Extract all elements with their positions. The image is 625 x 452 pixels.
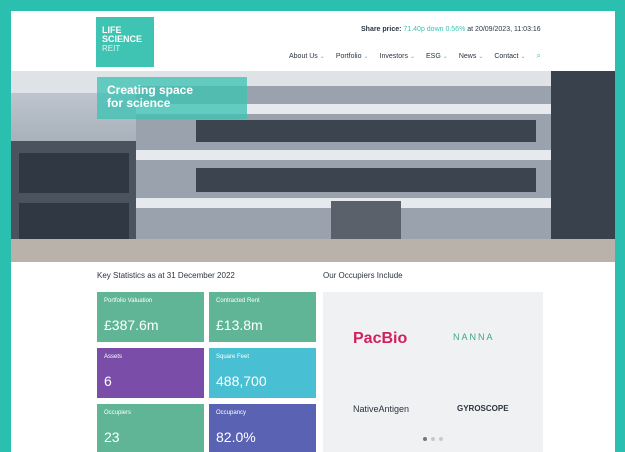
stat-label: Occupiers xyxy=(104,410,132,416)
occupiers-title: Our Occupiers Include xyxy=(323,271,403,280)
stat-square-feet: Square Feet 488,700 xyxy=(209,348,316,398)
stat-value: 82.0% xyxy=(216,429,256,445)
share-price-time: at 20/09/2023, 11:03:16 xyxy=(467,26,541,33)
nav-label: News xyxy=(458,52,477,60)
hero-window xyxy=(196,120,536,142)
nav-label: ESG xyxy=(425,52,441,60)
chevron-down-icon: ⌄ xyxy=(363,53,369,60)
hero-band xyxy=(136,150,556,160)
carousel-dot-active[interactable] xyxy=(423,437,427,441)
logo-line-3: REIT xyxy=(102,44,121,53)
stat-value: 23 xyxy=(104,429,120,445)
share-price-value: 71.40p down 0.56% xyxy=(403,26,466,33)
stat-value: 488,700 xyxy=(216,373,267,389)
stat-portfolio-valuation: Portfolio Valuation £387.6m xyxy=(97,292,204,342)
hero-window xyxy=(196,168,536,192)
chevron-down-icon: ⌄ xyxy=(520,53,526,60)
stat-value: £13.8m xyxy=(216,317,263,333)
nav-contact[interactable]: Contact ⌄ xyxy=(494,51,525,61)
stat-label: Assets xyxy=(104,354,123,360)
hero-image: Creating space for science xyxy=(11,71,615,262)
site-logo[interactable]: LIFE SCIENCE REIT xyxy=(96,17,154,67)
nav-portfolio[interactable]: Portfolio ⌄ xyxy=(336,51,369,61)
stat-value: 6 xyxy=(104,373,112,389)
stat-label: Contracted Rent xyxy=(216,298,260,304)
nav-esg[interactable]: ESG ⌄ xyxy=(426,51,448,61)
stat-occupancy: Occupancy 82.0% xyxy=(209,404,316,452)
nav-label: Portfolio xyxy=(335,52,362,60)
nav-label: Investors xyxy=(379,52,408,60)
page: LIFE SCIENCE REIT Share price: 71.40p do… xyxy=(11,11,615,452)
chevron-down-icon: ⌄ xyxy=(409,53,415,60)
stat-label: Occupancy xyxy=(216,410,247,416)
stat-occupiers: Occupiers 23 xyxy=(97,404,204,452)
nav-investors[interactable]: Investors ⌄ xyxy=(380,51,415,61)
stat-value: £387.6m xyxy=(104,317,159,333)
stat-assets: Assets 6 xyxy=(97,348,204,398)
nav-label: Contact xyxy=(494,52,519,60)
occupier-logo-native-antigen: NativeAntigen xyxy=(353,404,410,414)
nav-label: About Us xyxy=(289,52,318,60)
stat-label: Square Feet xyxy=(216,354,250,360)
chevron-down-icon: ⌄ xyxy=(319,53,325,60)
hero-window xyxy=(19,203,129,243)
stat-contracted-rent: Contracted Rent £13.8m xyxy=(209,292,316,342)
carousel-dots xyxy=(423,437,443,441)
hero-building-right xyxy=(551,71,615,262)
hero-heading-line-2: for science xyxy=(107,96,171,110)
stat-label: Portfolio Valuation xyxy=(104,298,153,304)
search-icon[interactable]: ⌕ xyxy=(537,51,541,61)
key-statistics-title: Key Statistics as at 31 December 2022 xyxy=(97,271,235,280)
hero-ground xyxy=(11,239,615,262)
chevron-down-icon: ⌄ xyxy=(478,53,484,60)
share-price-label: Share price: xyxy=(361,26,402,33)
logo-line-2: SCIENCE xyxy=(102,34,143,44)
hero-canopy xyxy=(331,201,401,239)
hero-heading: Creating space for science xyxy=(97,77,247,119)
carousel-dot[interactable] xyxy=(431,437,435,441)
occupier-logo-pacbio: PacBio xyxy=(353,330,408,347)
occupier-logo-nanna: NANNA xyxy=(453,332,495,342)
hero-window xyxy=(19,153,129,193)
share-price-ticker: Share price: 71.40p down 0.56% at 20/09/… xyxy=(361,26,541,33)
occupiers-carousel: PacBio NANNA NativeAntigen GYROSCOPE xyxy=(323,292,543,452)
nav-about-us[interactable]: About Us ⌄ xyxy=(289,51,325,61)
chevron-down-icon: ⌄ xyxy=(442,53,448,60)
nav-news[interactable]: News ⌄ xyxy=(459,51,484,61)
main-nav: About Us ⌄ Portfolio ⌄ Investors ⌄ ESG ⌄ New… xyxy=(289,51,541,61)
occupier-logo-gyroscope: GYROSCOPE xyxy=(457,404,509,413)
carousel-dot[interactable] xyxy=(439,437,443,441)
